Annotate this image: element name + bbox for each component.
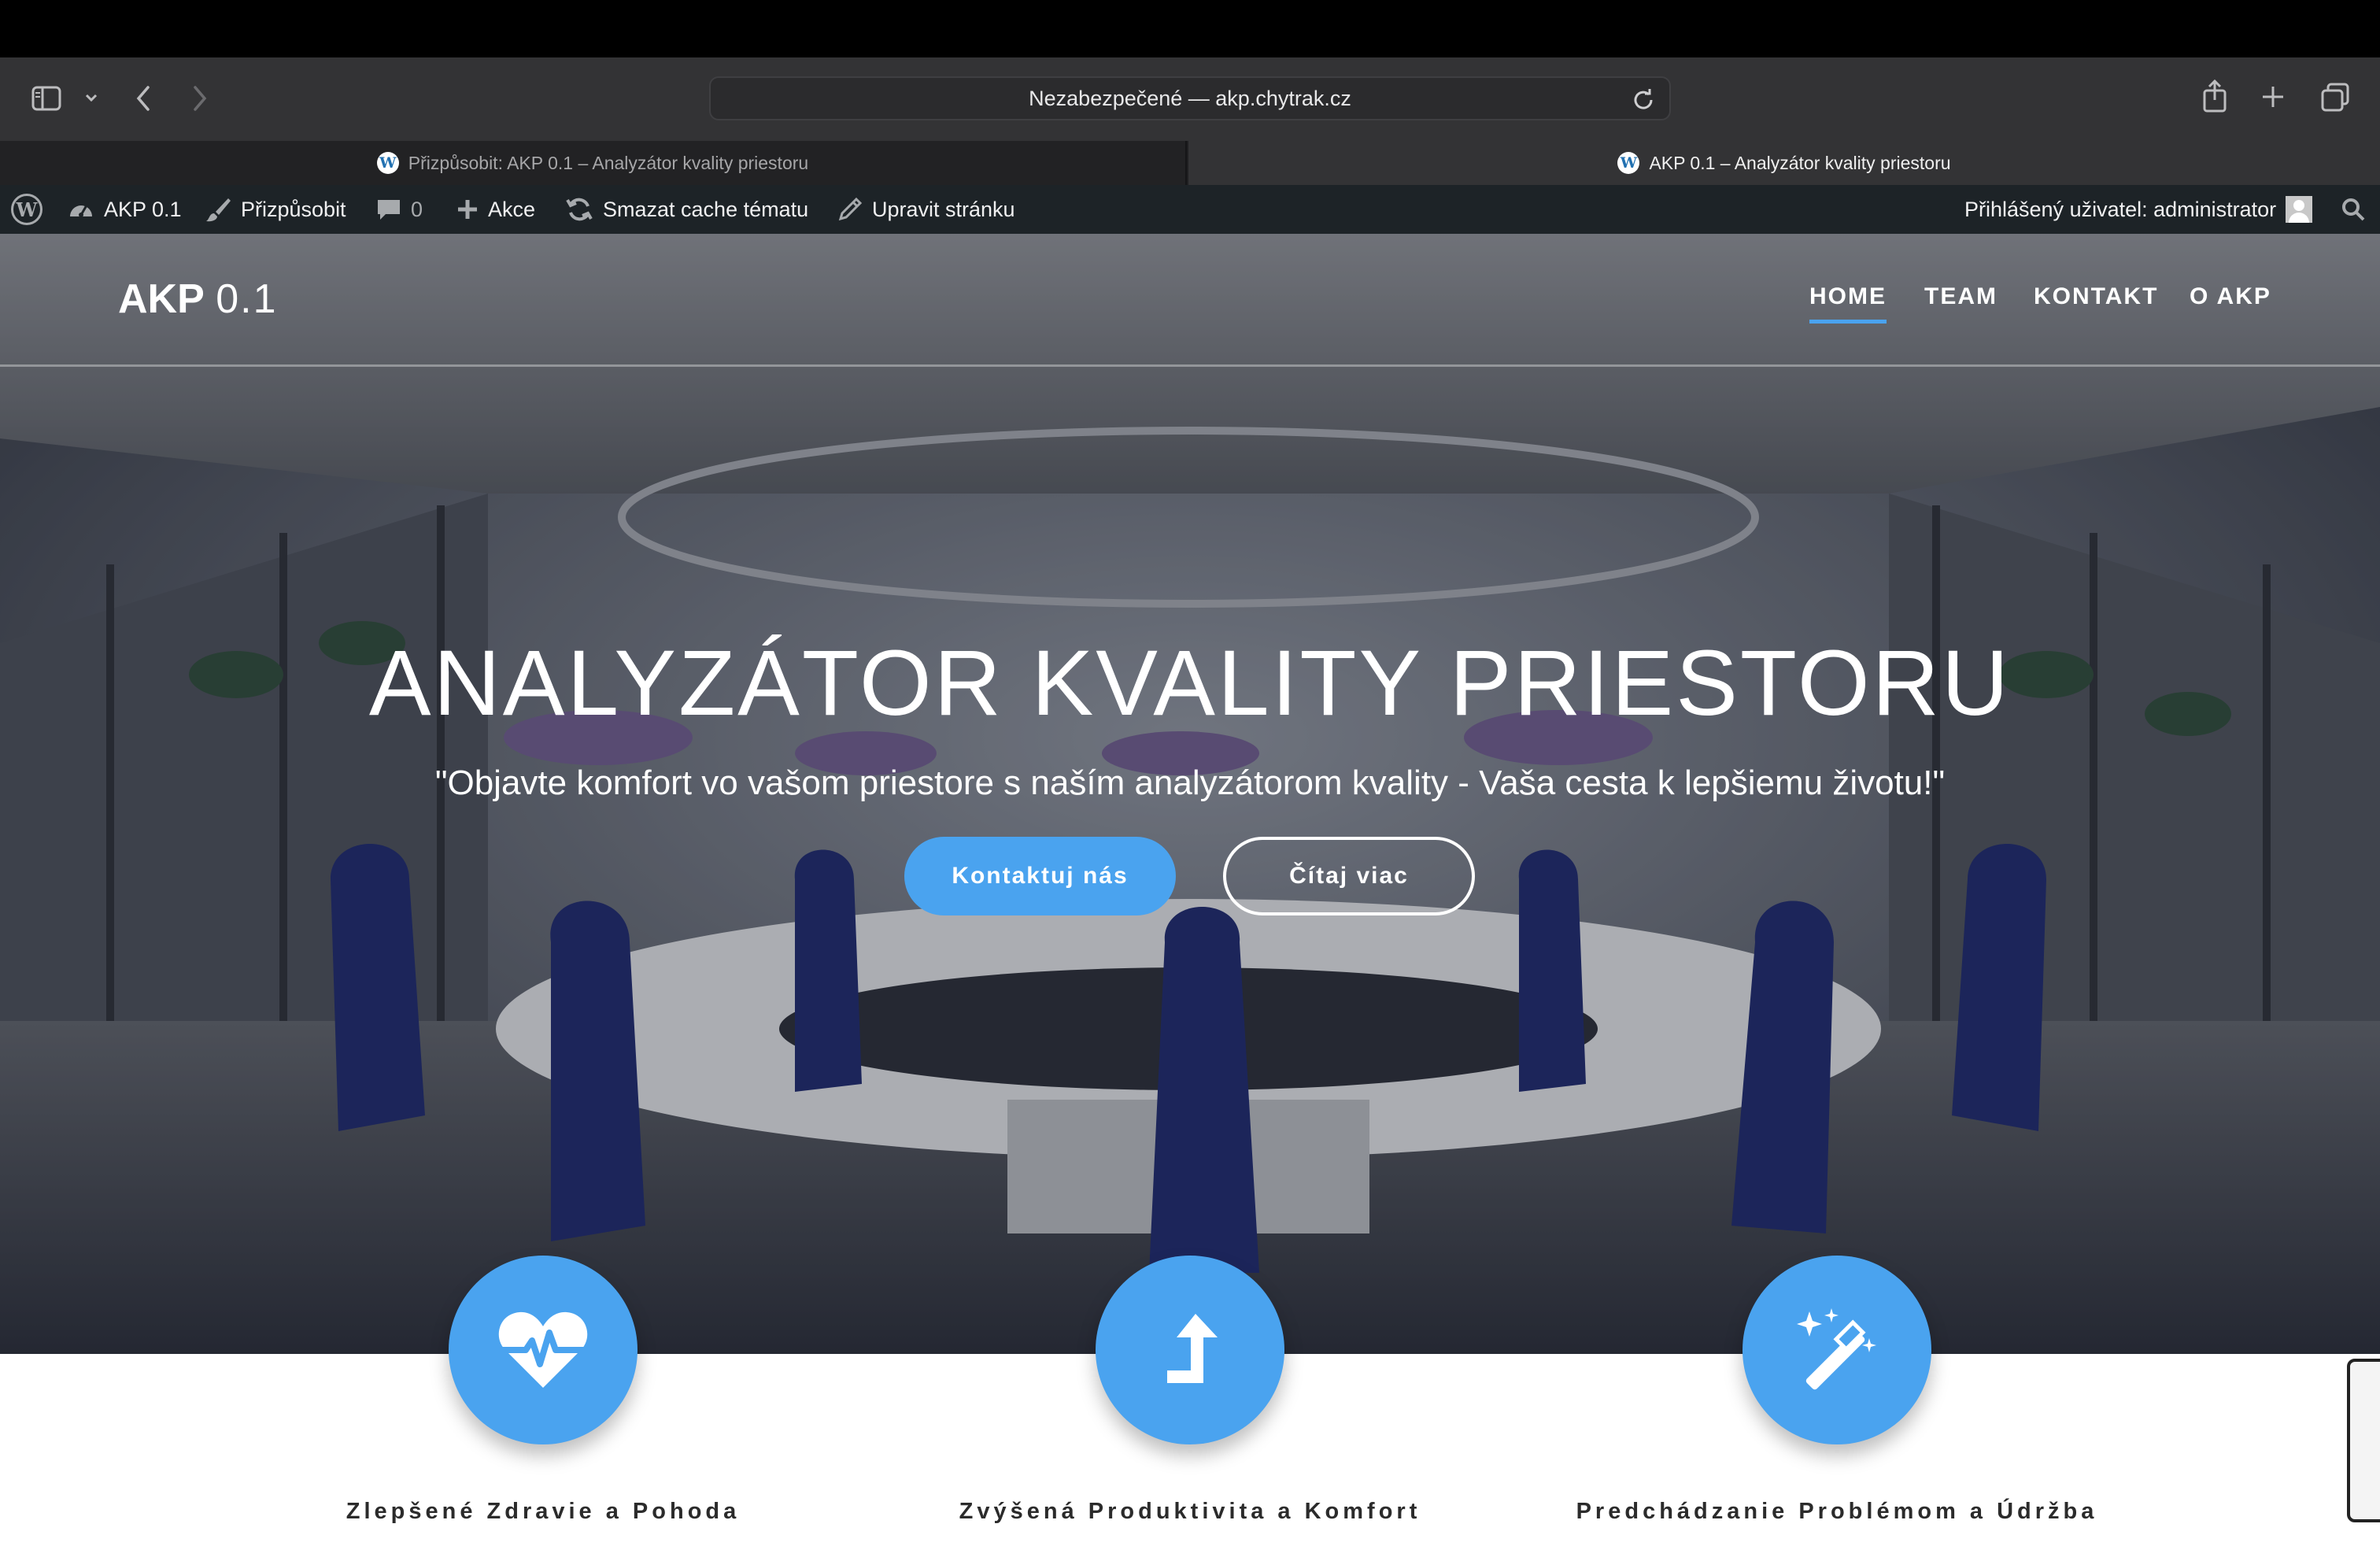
tab-label: Přizpůsobit: AKP 0.1 – Analyzátor kvalit… — [408, 152, 809, 173]
magic-wand-icon — [1797, 1308, 1876, 1390]
adminbar-site-name[interactable]: AKP 0.1 — [68, 185, 182, 234]
refresh-icon — [566, 198, 593, 221]
chevron-down-icon[interactable] — [83, 92, 99, 103]
reload-icon[interactable] — [1632, 87, 1655, 111]
share-icon[interactable] — [2201, 80, 2228, 113]
adminbar-account[interactable]: Přihlášený uživatel: administrator — [1964, 185, 2313, 234]
dashboard-icon — [70, 205, 92, 217]
nav-kontakt[interactable]: KONTAKT — [2034, 283, 2158, 310]
comment-icon — [378, 200, 400, 220]
tab-customize[interactable]: W Přizpůsobit: AKP 0.1 – Analyzátor kval… — [0, 141, 1187, 185]
hero-subtitle: "Objavte komfort vo vašom priestore s na… — [434, 764, 1946, 802]
feature-icon-circle — [1096, 1256, 1284, 1444]
new-tab-icon[interactable] — [2260, 84, 2286, 109]
wordpress-icon: W — [376, 152, 399, 174]
site-name-label: AKP 0.1 — [104, 197, 182, 221]
back-icon[interactable] — [134, 84, 153, 113]
adminbar-search[interactable] — [2341, 185, 2366, 234]
feature-title: Predchádzanie Problémom a Údržba — [1576, 1499, 2098, 1524]
pencil-icon — [838, 197, 863, 221]
screen-top-bar — [0, 0, 2380, 57]
adminbar-comments[interactable]: 0 — [376, 185, 423, 234]
adminbar-new[interactable]: Akce — [456, 185, 535, 234]
feature-title: Zlepšené Zdravie a Pohoda — [346, 1499, 741, 1524]
customize-label: Přizpůsobit — [241, 197, 346, 221]
forward-icon[interactable] — [190, 84, 209, 113]
tab-bar: W Přizpůsobit: AKP 0.1 – Analyzátor kval… — [0, 141, 2380, 185]
site-header — [0, 234, 2380, 367]
user-greeting: Přihlášený uživatel: administrator — [1964, 197, 2277, 221]
clear-cache-label: Smazat cache tématu — [603, 197, 809, 221]
browser-toolbar: Nezabezpečené — akp.chytrak.cz — [0, 57, 2380, 141]
plus-icon — [458, 200, 477, 219]
nav-home[interactable]: HOME — [1809, 283, 1887, 324]
feature-icon-circle — [449, 1256, 638, 1444]
adminbar-clear-cache[interactable]: Smazat cache tématu — [565, 185, 808, 234]
wordpress-icon: W — [11, 194, 42, 225]
site-logo[interactable]: AKP 0.1 — [118, 276, 278, 323]
wp-logo-menu[interactable]: W — [11, 185, 42, 234]
tab-site[interactable]: W AKP 0.1 – Analyzátor kvality priestoru — [1188, 141, 2380, 185]
tab-label: AKP 0.1 – Analyzátor kvality priestoru — [1649, 152, 1951, 173]
logo-name: AKP — [118, 276, 205, 322]
wp-admin-bar: W AKP 0.1 Přizpůsobit 0 Akce Smazat cach… — [0, 185, 2380, 234]
adminbar-edit-page[interactable]: Upravit stránku — [837, 185, 1015, 234]
address-bar[interactable]: Nezabezpečené — akp.chytrak.cz — [709, 76, 1671, 120]
nav-team[interactable]: TEAM — [1924, 283, 1998, 310]
contact-button[interactable]: Kontaktuj nás — [904, 837, 1176, 915]
heartbeat-icon — [498, 1311, 588, 1388]
wordpress-icon: W — [1617, 152, 1640, 174]
feature-icon-circle — [1743, 1256, 1931, 1444]
adminbar-customize[interactable]: Přizpůsobit — [205, 185, 346, 234]
sidebar-toggle-icon[interactable] — [31, 86, 61, 111]
search-icon — [2342, 198, 2365, 221]
hero-title: ANALYZÁTOR KVALITY PRIESTORU — [368, 631, 2012, 735]
feature-title: Zvýšená Produktivita a Komfort — [959, 1499, 1421, 1524]
read-more-button[interactable]: Čítaj viac — [1223, 837, 1475, 915]
address-text: Nezabezpečené — akp.chytrak.cz — [1029, 86, 1351, 110]
responsive-preview-device — [2347, 1359, 2380, 1522]
turn-up-arrow-icon — [1167, 1314, 1218, 1383]
logo-version: 0.1 — [216, 276, 278, 322]
edit-page-label: Upravit stránku — [872, 197, 1015, 221]
nav-o-akp[interactable]: O AKP — [2190, 283, 2271, 310]
new-label: Akce — [488, 197, 536, 221]
comments-count: 0 — [411, 197, 423, 221]
paintbrush-icon — [206, 198, 231, 222]
tab-overview-icon[interactable] — [2320, 83, 2350, 113]
avatar — [2286, 196, 2313, 223]
